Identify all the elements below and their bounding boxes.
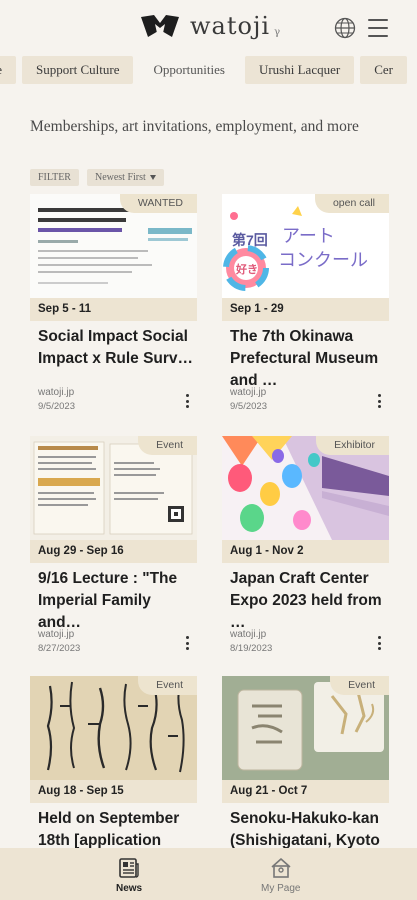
card-posted-date: 8/19/2023 (230, 643, 273, 654)
card-title[interactable]: 9/16 Lecture : "The Imperial Family and… (38, 568, 197, 634)
tab-opportunities[interactable]: Opportunities (139, 56, 239, 84)
thumb-text: 好き (236, 264, 258, 276)
nav-my-page-label: My Page (261, 883, 301, 894)
more-options-icon[interactable] (185, 394, 189, 408)
tab-urushi-lacquer[interactable]: Urushi Lacquer (244, 56, 355, 84)
opportunity-card[interactable]: Event Aug 21 - Oct 7 Senoku-Hakuko-kan (… (222, 676, 389, 849)
opportunity-card[interactable]: Exhibitor Aug 1 - Nov 2 Japan Craft Cent… (222, 436, 389, 656)
more-options-icon[interactable] (185, 636, 189, 650)
card-badge: Event (330, 676, 389, 695)
nav-news[interactable]: News (116, 856, 142, 894)
filter-row: FILTER Newest First (30, 169, 164, 186)
filter-button[interactable]: FILTER (30, 169, 79, 186)
card-source: watoji.jp (38, 387, 75, 398)
card-thumbnail: WANTED (30, 194, 197, 298)
card-thumbnail: Event (222, 676, 389, 780)
sort-label: Newest First (94, 172, 146, 183)
card-badge: open call (314, 194, 389, 213)
card-date-range: Aug 21 - Oct 7 (222, 780, 389, 803)
card-date-range: Aug 1 - Nov 2 (222, 540, 389, 563)
more-options-icon[interactable] (377, 636, 381, 650)
card-title[interactable]: Social Impact Social Impact x Rule Surv… (38, 326, 197, 370)
nav-my-page[interactable]: My Page (261, 856, 300, 894)
card-posted-date: 9/5/2023 (38, 401, 75, 412)
tab-partial-right[interactable]: Cer (360, 56, 407, 84)
opportunity-card[interactable]: WANTED Sep 5 - 11 Social Impact Social I… (30, 194, 197, 414)
category-tabs: nce Support Culture Opportunities Urushi… (0, 56, 417, 86)
card-badge: Exhibitor (316, 436, 389, 455)
card-posted-date: 8/27/2023 (38, 643, 81, 654)
card-thumbnail: Exhibitor (222, 436, 389, 540)
card-date-range: Sep 5 - 11 (30, 298, 197, 321)
card-date-range: Sep 1 - 29 (222, 298, 389, 321)
card-source: watoji.jp (38, 629, 75, 640)
thumb-text: コンクール (278, 250, 368, 270)
logo-mark-icon (141, 15, 179, 37)
card-posted-date: 9/5/2023 (230, 401, 267, 412)
caret-down-icon (149, 175, 156, 180)
logo-sub: γ (274, 26, 281, 38)
watoji-logo[interactable]: watoji γ (140, 12, 280, 40)
thumb-text: 第7回 (232, 232, 268, 248)
logo-text: watoji (190, 12, 271, 40)
opportunity-card[interactable]: Event Aug 29 - Sep 16 9/16 Lecture : "Th… (30, 436, 197, 656)
tab-support-culture[interactable]: Support Culture (22, 56, 134, 84)
app-header: watoji γ (0, 0, 417, 55)
card-date-range: Aug 18 - Sep 15 (30, 780, 197, 803)
card-title[interactable]: Senoku-Hakuko-kan (Shishigatani, Kyoto (230, 808, 389, 852)
newspaper-icon (119, 858, 139, 878)
card-source: watoji.jp (230, 629, 267, 640)
home-icon (271, 858, 291, 878)
tab-partial-left[interactable]: nce (0, 56, 17, 84)
opportunity-card[interactable]: Event Aug 18 - Sep 15 Held on September … (30, 676, 197, 849)
card-source: watoji.jp (230, 387, 267, 398)
globe-icon[interactable] (334, 17, 356, 39)
sort-dropdown[interactable]: Newest First (86, 169, 164, 186)
thumb-text: アート (282, 226, 335, 246)
card-thumbnail: 第7回 アート コンクール 好き open call (222, 194, 389, 298)
more-options-icon[interactable] (377, 394, 381, 408)
bottom-navigation: News My Page (0, 848, 417, 900)
card-title[interactable]: The 7th Okinawa Prefectural Museum and … (230, 326, 389, 392)
nav-news-label: News (116, 883, 143, 894)
opportunity-card[interactable]: 第7回 アート コンクール 好き open call Sep 1 - 29 Th… (222, 194, 389, 414)
card-title[interactable]: Held on September 18th [application (38, 808, 197, 852)
card-badge: Event (138, 676, 197, 695)
page-intro: Memberships, art invitations, employment… (30, 118, 359, 135)
card-thumbnail: Event (30, 436, 197, 540)
card-badge: Event (138, 436, 197, 455)
card-date-range: Aug 29 - Sep 16 (30, 540, 197, 563)
card-title[interactable]: Japan Craft Center Expo 2023 held from … (230, 568, 389, 634)
card-badge: WANTED (119, 194, 197, 213)
hamburger-menu-icon[interactable] (368, 19, 388, 37)
card-thumbnail: Event (30, 676, 197, 780)
